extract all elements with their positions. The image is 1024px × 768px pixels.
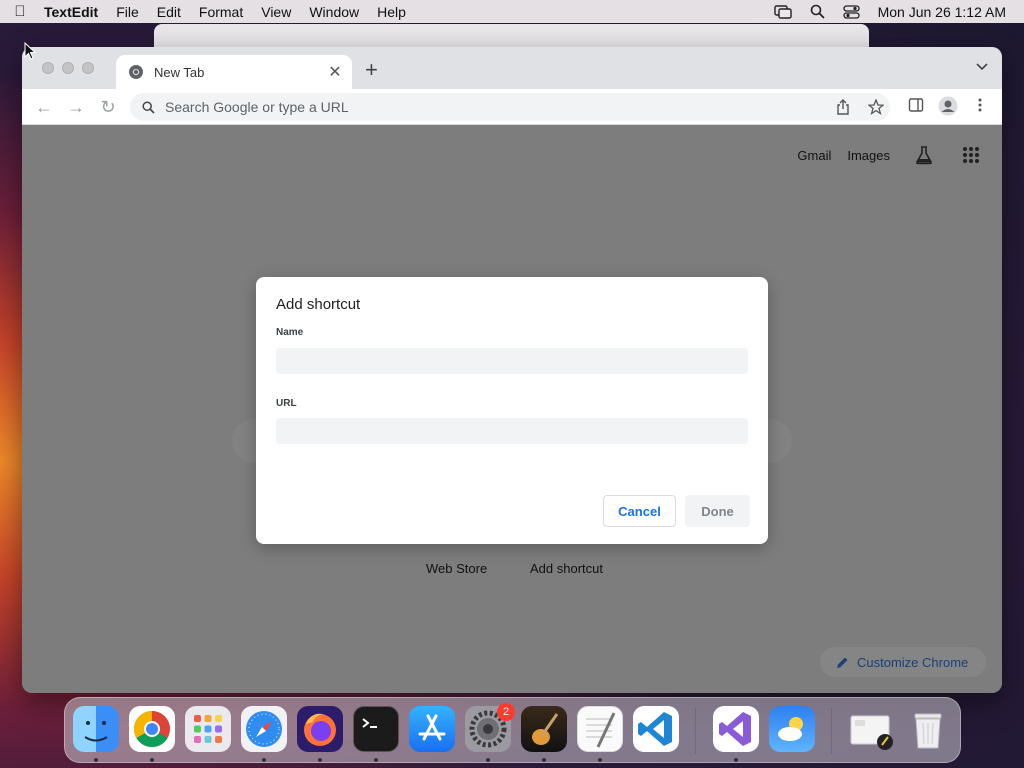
bookmark-star-icon[interactable] (868, 99, 884, 115)
dock-textedit-icon[interactable] (577, 706, 623, 752)
dock-weather-icon[interactable] (769, 706, 815, 752)
omnibox[interactable] (130, 93, 890, 121)
done-button[interactable]: Done (685, 495, 750, 527)
garageband-running-indicator (542, 758, 546, 762)
add-shortcut-dialog: Add shortcut Name URL Cancel Done (256, 277, 768, 544)
pencil-icon (837, 657, 848, 668)
dock: 2 (64, 697, 961, 763)
apple-menu-icon[interactable]:  (0, 3, 40, 20)
dock-finder-icon[interactable] (73, 706, 119, 752)
url-field[interactable] (276, 418, 748, 444)
spotlight-search-icon[interactable] (810, 4, 825, 19)
screen-mirroring-icon[interactable] (773, 4, 792, 19)
firefox-running-indicator (318, 758, 322, 762)
dock-visual-studio-icon[interactable] (713, 706, 759, 752)
top-links: Gmail Images (797, 145, 980, 165)
cancel-button[interactable]: Cancel (603, 495, 676, 527)
dock-app-store-icon[interactable] (409, 706, 455, 752)
dock-garageband-icon[interactable] (521, 706, 567, 752)
back-arrow-icon[interactable]: ← (34, 97, 54, 117)
dock-trash-icon[interactable] (905, 706, 951, 752)
system-settings-running-indicator (486, 758, 490, 762)
dock-downloads-stack-icon[interactable] (849, 706, 895, 752)
tab-new-tab[interactable]: New Tab ✕ (116, 55, 352, 89)
add-shortcut-tile[interactable]: Add shortcut (530, 561, 603, 576)
tab-title: New Tab (154, 64, 205, 80)
menu-edit[interactable]: Edit (148, 4, 190, 20)
google-apps-grid-icon[interactable] (962, 146, 980, 164)
dock-separator-2 (831, 708, 832, 754)
name-field[interactable] (276, 348, 748, 374)
dock-vscode-icon[interactable] (633, 706, 679, 752)
minimize-window-button[interactable] (62, 62, 74, 74)
safari-running-indicator (262, 758, 266, 762)
dialog-title: Add shortcut (276, 296, 361, 313)
dock-terminal-icon[interactable] (353, 706, 399, 752)
gmail-link[interactable]: Gmail (797, 148, 831, 163)
visual-studio-running-indicator (734, 758, 738, 762)
menu-bar:  TextEdit File Edit Format View Window … (0, 0, 1024, 23)
chrome-running-indicator (150, 758, 154, 762)
reload-icon[interactable]: ↻ (98, 97, 118, 117)
share-icon[interactable] (836, 99, 850, 115)
tab-strip: New Tab ✕ + (22, 47, 1002, 89)
name-label: Name (276, 327, 304, 338)
url-label: URL (276, 398, 297, 409)
customize-chrome-label: Customize Chrome (857, 654, 969, 670)
menu-app-name[interactable]: TextEdit (40, 4, 107, 20)
menu-file[interactable]: File (107, 4, 148, 20)
menu-view[interactable]: View (252, 4, 300, 20)
search-icon (142, 100, 155, 114)
web-store-shortcut[interactable]: Web Store (426, 561, 487, 576)
dock-safari-icon[interactable] (241, 706, 287, 752)
system-settings-badge: 2 (497, 703, 515, 721)
menu-window[interactable]: Window (300, 4, 368, 20)
dock-chrome-icon[interactable] (129, 706, 175, 752)
more-menu-icon[interactable] (978, 97, 982, 113)
terminal-running-indicator (374, 758, 378, 762)
images-link[interactable]: Images (847, 148, 890, 163)
side-panel-icon[interactable] (908, 97, 924, 113)
close-window-button[interactable] (42, 62, 54, 74)
omnibox-input[interactable] (165, 99, 725, 115)
zoom-window-button[interactable] (82, 62, 94, 74)
forward-arrow-icon[interactable]: → (66, 97, 86, 117)
menu-clock[interactable]: Mon Jun 26 1:12 AM (878, 4, 1006, 20)
customize-chrome-button[interactable]: Customize Chrome (820, 647, 986, 677)
dock-launchpad-icon[interactable] (185, 706, 231, 752)
control-center-icon[interactable] (842, 4, 860, 19)
tab-close-icon[interactable]: ✕ (324, 62, 346, 82)
chrome-favicon-icon (129, 65, 143, 79)
mouse-cursor-icon (24, 42, 36, 60)
dock-separator (695, 708, 696, 754)
new-tab-button[interactable]: + (365, 59, 378, 81)
labs-flask-icon[interactable] (914, 145, 934, 165)
menu-format[interactable]: Format (190, 4, 252, 20)
finder-running-indicator (94, 758, 98, 762)
menu-help[interactable]: Help (368, 4, 415, 20)
browser-toolbar: ← → ↻ (22, 89, 1002, 125)
profile-avatar-icon[interactable] (938, 96, 958, 116)
tab-search-chevron-icon[interactable] (976, 63, 988, 71)
dock-firefox-icon[interactable] (297, 706, 343, 752)
textedit-running-indicator (598, 758, 602, 762)
